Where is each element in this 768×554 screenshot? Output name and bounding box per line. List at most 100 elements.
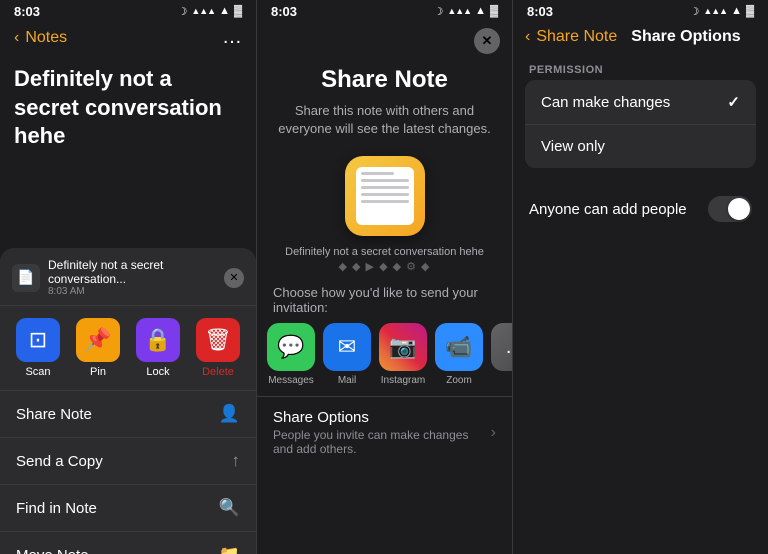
scan-label: Scan [25,366,50,378]
menu-item-find-in-note[interactable]: Find in Note 🔍 [0,485,256,532]
note-line-5 [361,200,409,203]
more-apps-icon: … [491,323,512,371]
battery-icon-2: ▓ [490,5,498,17]
invite-label: Choose how you'd like to send your invit… [257,279,512,323]
note-line-3 [361,186,409,189]
share-options-text: Share Options People you invite can make… [273,409,491,456]
view-only-label: View only [541,138,605,155]
share-options-title: Share Options [273,409,491,426]
permission-view-only[interactable]: View only [525,125,756,168]
signal-icon: ▲▲▲ [191,6,215,16]
share-options-subtitle: People you invite can make changes and a… [273,428,491,456]
note-title: Definitely not a secret conversation heh… [14,65,242,151]
wifi-icon-2: ▲ [475,5,486,17]
share-app-zoom[interactable]: 📹 Zoom [435,323,483,386]
find-in-note-label: Find in Note [16,500,97,517]
status-icons-3: ☽ ▲▲▲ ▲ ▓ [689,5,754,18]
wifi-icon-3: ▲ [731,5,742,17]
share-note-menu-label: Share Note [16,406,92,423]
note-dots: ◆ ◆ ▶ ◆ ◆ ⚙ ◆ [257,260,512,279]
menu-item-send-copy[interactable]: Send a Copy ↑ [0,438,256,485]
battery-icon: ▓ [234,5,242,17]
share-options-arrow-icon: › [491,424,496,442]
status-time-2: 8:03 [271,4,297,19]
delete-action-button[interactable]: 🗑 Delete [196,318,240,378]
can-make-changes-checkmark: ✓ [727,93,740,111]
delete-label: Delete [202,366,234,378]
find-in-note-icon: 🔍 [219,498,240,518]
share-app-more[interactable]: … [491,323,512,386]
note-thumb-icon [345,156,425,236]
pin-label: Pin [90,366,106,378]
more-button[interactable]: … [222,26,242,49]
lock-label: Lock [146,366,169,378]
send-copy-menu-icon: ↑ [232,451,241,471]
panel-share-options: 8:03 ☽ ▲▲▲ ▲ ▓ ‹ Share Note Share Option… [512,0,768,554]
note-thumb-inner [356,167,414,225]
share-options-row[interactable]: Share Options People you invite can make… [257,396,512,468]
status-bar-2: 8:03 ☽ ▲▲▲ ▲ ▓ [257,0,512,22]
share-app-instagram[interactable]: 📷 Instagram [379,323,427,386]
zoom-label: Zoom [446,375,472,386]
panel2-close-button[interactable]: ✕ [474,28,500,54]
context-close-button[interactable]: ✕ [224,268,244,288]
messages-label: Messages [268,375,314,386]
lock-action-button[interactable]: 🔒 Lock [136,318,180,378]
permission-section-label: PERMISSION [513,56,768,80]
panel2-close-row: ✕ [257,22,512,58]
context-note-time: 8:03 AM [48,286,218,297]
status-icons-1: ☽ ▲▲▲ ▲ ▓ [177,5,242,18]
scan-action-button[interactable]: ⊡ Scan [16,318,60,378]
instagram-label: Instagram [381,375,425,386]
share-app-messages[interactable]: 💬 Messages [267,323,315,386]
share-apps-row: 💬 Messages ✉ Mail 📷 Instagram 📹 Zoom … [257,323,512,396]
anyone-toggle[interactable] [708,196,752,222]
note-line-4 [361,193,409,196]
note-icon: 📄 [12,264,40,292]
note-line-2 [361,179,409,182]
signal-icon-2: ▲▲▲ [447,6,471,16]
moon-icon-2: ☽ [433,5,443,18]
lock-icon-box: 🔒 [136,318,180,362]
zoom-icon: 📹 [435,323,483,371]
move-note-icon: 📁 [219,545,240,554]
notes-nav-title: Notes [25,29,67,47]
status-bar-1: 8:03 ☽ ▲▲▲ ▲ ▓ [0,0,256,22]
context-menu-list: Share Note 👤 Send a Copy ↑ Find in Note … [0,391,256,554]
messages-icon: 💬 [267,323,315,371]
context-menu: 📄 Definitely not a secret conversation..… [0,248,256,554]
context-note-snippet: Definitely not a secret conversation... [48,258,218,286]
note-thumbnail [257,144,512,242]
context-actions-row: ⊡ Scan 📌 Pin 🔒 Lock 🗑 Delete [0,306,256,391]
panel3-back-arrow-icon[interactable]: ‹ [525,28,530,46]
context-header: 📄 Definitely not a secret conversation..… [0,248,256,306]
moon-icon-3: ☽ [689,5,699,18]
notes-nav: ‹ Notes … [0,22,256,55]
anyone-can-add-row: Anyone can add people [513,180,768,238]
panel3-nav: ‹ Share Note Share Options [513,22,768,56]
pin-icon-box: 📌 [76,318,120,362]
pin-action-button[interactable]: 📌 Pin [76,318,120,378]
back-arrow-icon[interactable]: ‹ [14,29,19,47]
share-note-subtitle: Share this note with others and everyone… [273,102,496,138]
share-note-header: Share Note Share this note with others a… [257,58,512,144]
status-time-3: 8:03 [527,4,553,19]
can-make-changes-label: Can make changes [541,94,670,111]
note-line-1 [361,172,395,175]
send-copy-menu-label: Send a Copy [16,453,103,470]
share-note-title: Share Note [273,66,496,94]
instagram-icon: 📷 [379,323,427,371]
panel-notes-list: 8:03 ☽ ▲▲▲ ▲ ▓ ‹ Notes … Definitely not … [0,0,256,554]
share-app-mail[interactable]: ✉ Mail [323,323,371,386]
panel3-back-label[interactable]: Share Note [536,28,617,46]
panel3-page-title: Share Options [631,28,740,46]
menu-item-share-note[interactable]: Share Note 👤 [0,391,256,438]
share-note-menu-icon: 👤 [219,404,240,424]
panel-share-note: 8:03 ☽ ▲▲▲ ▲ ▓ ✕ Share Note Share this n… [256,0,512,554]
moon-icon: ☽ [177,5,187,18]
menu-item-move-note[interactable]: Move Note 📁 [0,532,256,554]
status-icons-2: ☽ ▲▲▲ ▲ ▓ [433,5,498,18]
permission-options: Can make changes ✓ View only [525,80,756,168]
permission-can-make-changes[interactable]: Can make changes ✓ [525,80,756,125]
wifi-icon: ▲ [219,5,230,17]
